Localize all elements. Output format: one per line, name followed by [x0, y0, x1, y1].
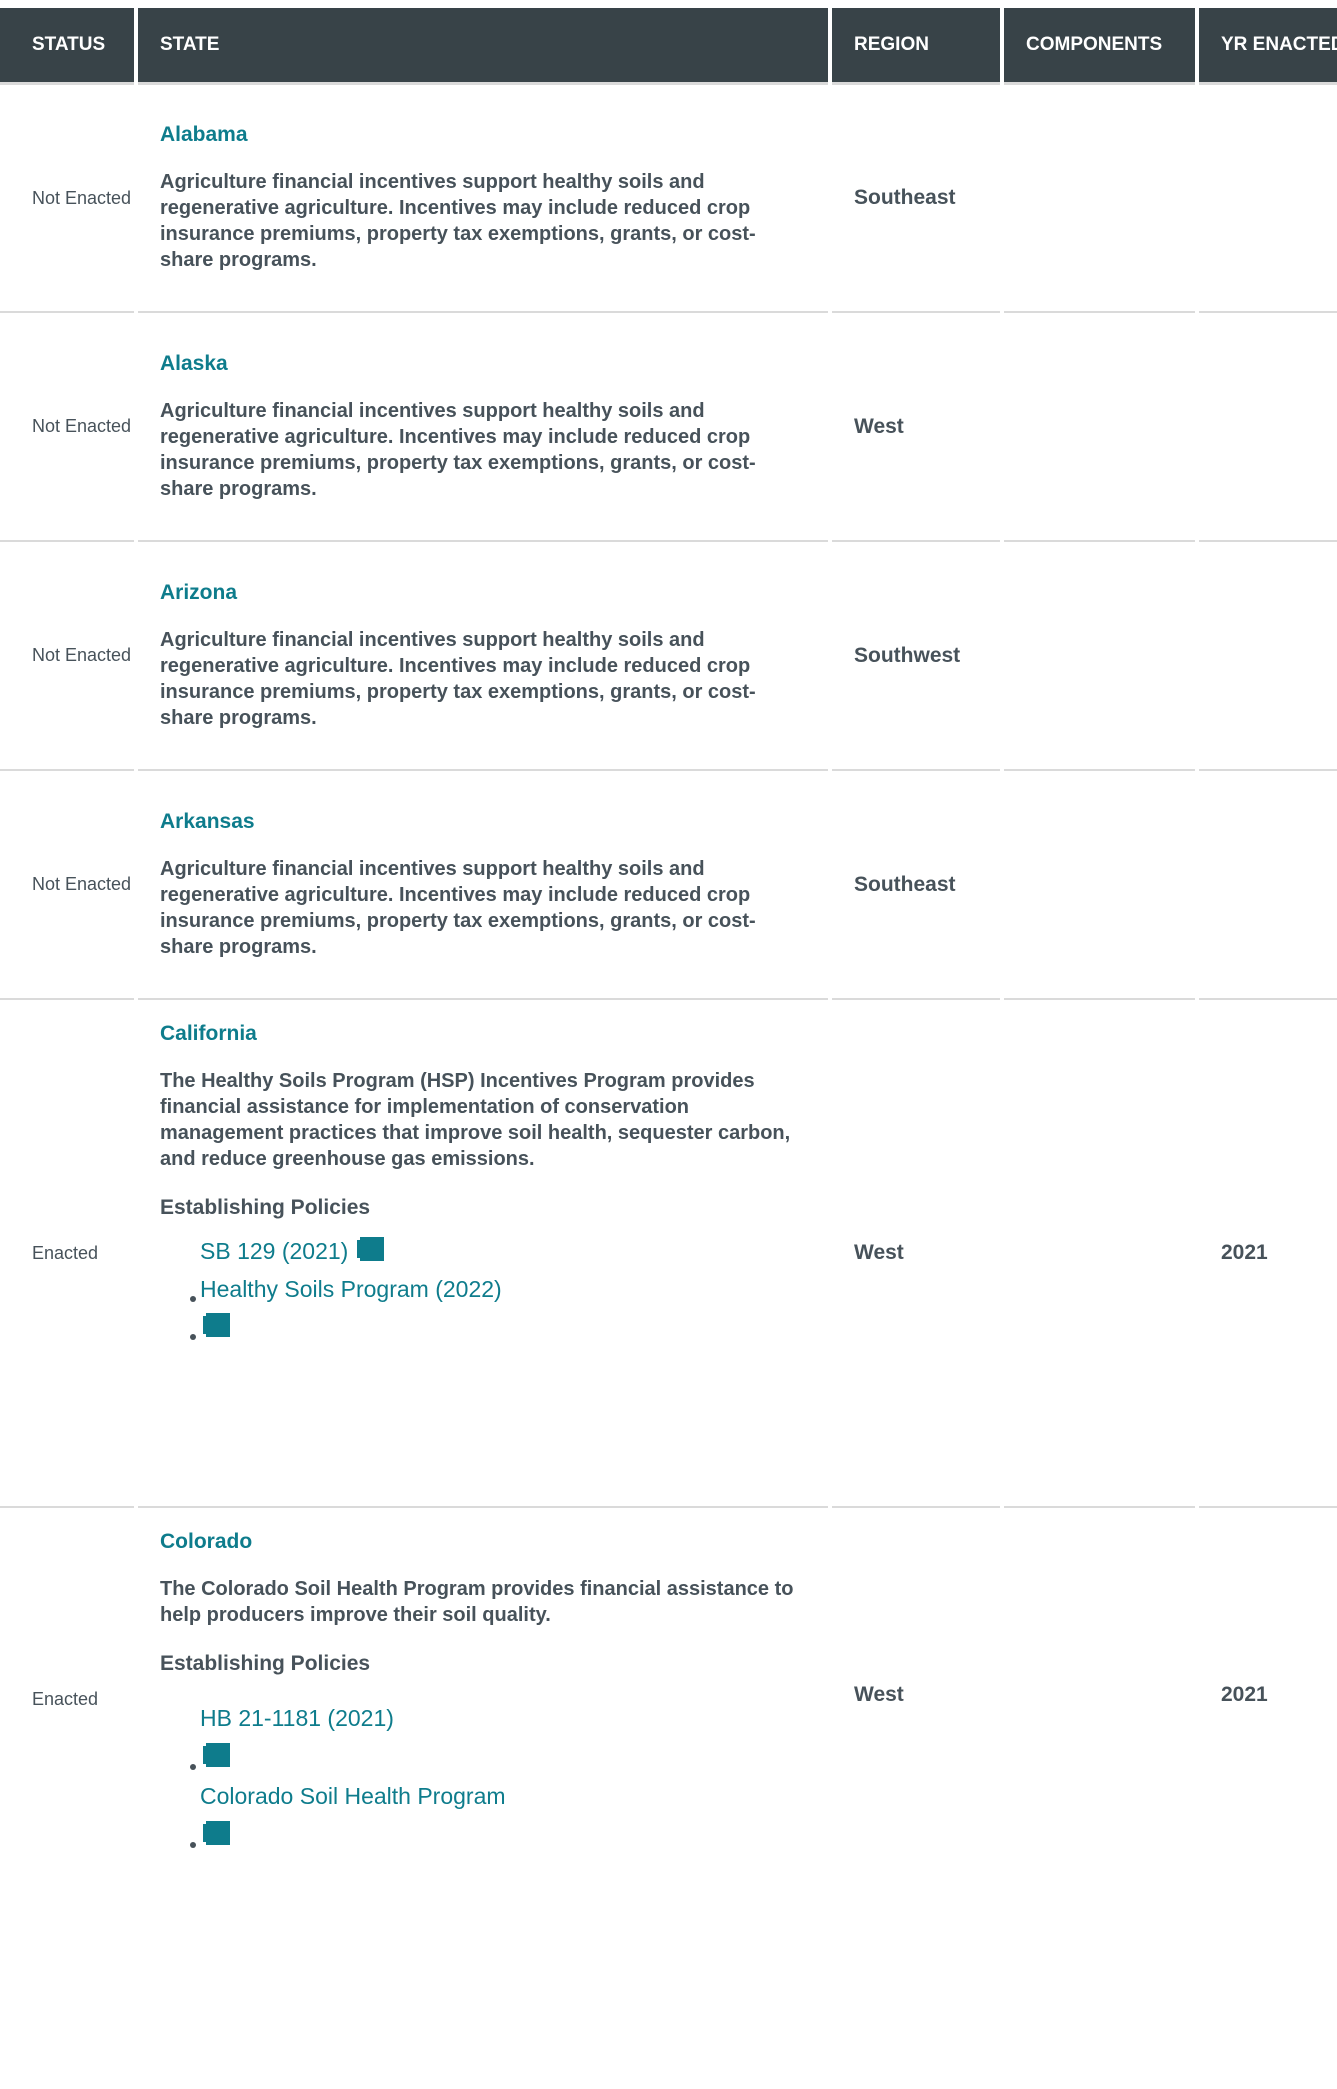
policy-table-page: STATUS STATE REGION COMPONENTS YR ENACTE… — [0, 0, 1337, 2089]
header-year-enacted[interactable]: YR ENACTED — [1199, 0, 1337, 82]
document-icon[interactable] — [203, 1821, 230, 1845]
state-description: The Healthy Soils Program (HSP) Incentiv… — [160, 1070, 791, 1170]
policy-table: STATUS STATE REGION COMPONENTS YR ENACTE… — [0, 0, 1337, 2066]
state-description: Agriculture financial incentives support… — [160, 171, 756, 271]
list-item — [190, 1816, 828, 1854]
components-cell — [1004, 311, 1195, 540]
document-icon[interactable] — [203, 1313, 230, 1337]
region-cell: West — [854, 1241, 904, 1264]
components-cell — [1004, 998, 1195, 1506]
policy-link[interactable]: SB 129 (2021) — [200, 1238, 348, 1264]
list-item — [190, 1308, 828, 1346]
list-item — [190, 1738, 828, 1776]
components-cell — [1004, 769, 1195, 998]
header-status[interactable]: STATUS — [0, 0, 134, 82]
region-cell: Southwest — [854, 643, 961, 667]
policy-link[interactable]: Healthy Soils Program (2022) — [200, 1276, 502, 1302]
table-header-row: STATUS STATE REGION COMPONENTS YR ENACTE… — [0, 0, 1337, 82]
state-link[interactable]: Arkansas — [160, 810, 828, 834]
header-state[interactable]: STATE — [138, 0, 828, 82]
policy-link[interactable]: HB 21-1181 (2021) — [200, 1705, 394, 1731]
state-description: The Colorado Soil Health Program provide… — [160, 1578, 794, 1626]
state-link[interactable]: Arizona — [160, 581, 828, 605]
bullet — [190, 1764, 196, 1770]
state-link[interactable]: Alaska — [160, 352, 828, 376]
components-cell — [1004, 540, 1195, 769]
region-cell: West — [854, 1683, 904, 1706]
table-row: Not Enacted Arkansas Agriculture financi… — [0, 769, 1337, 998]
table-row: Not Enacted Alaska Agriculture financial… — [0, 311, 1337, 540]
policy-list: SB 129 (2021) Healthy Soils Program (202… — [160, 1232, 828, 1346]
table-row: Enacted Colorado The Colorado Soil Healt… — [0, 1506, 1337, 2066]
bullet — [190, 1334, 196, 1340]
components-cell — [1004, 82, 1195, 311]
year-cell: 2021 — [1221, 1683, 1268, 1706]
state-description: Agriculture financial incentives support… — [160, 628, 756, 729]
list-item: HB 21-1181 (2021) — [200, 1698, 828, 1738]
state-link[interactable]: California — [160, 1022, 828, 1046]
header-components[interactable]: COMPONENTS — [1004, 0, 1195, 82]
establishing-policies-label: Establishing Policies — [160, 1652, 371, 1675]
policy-link[interactable]: Colorado Soil Health Program — [200, 1783, 506, 1809]
list-item: SB 129 (2021) Healthy Soils Program (202… — [190, 1232, 828, 1308]
document-icon[interactable] — [357, 1237, 385, 1261]
year-cell: 2021 — [1221, 1241, 1268, 1264]
document-icon[interactable] — [203, 1743, 230, 1767]
state-description: Agriculture financial incentives support… — [160, 857, 756, 958]
status-cell: Not Enacted — [32, 416, 132, 436]
state-link[interactable]: Colorado — [160, 1530, 828, 1554]
header-region[interactable]: REGION — [832, 0, 1000, 82]
policy-list: HB 21-1181 (2021) Colorado Soil Health P… — [160, 1698, 828, 1854]
status-cell: Not Enacted — [32, 187, 132, 208]
status-cell: Enacted — [32, 1689, 99, 1709]
state-description: Agriculture financial incentives support… — [160, 399, 756, 500]
state-link[interactable]: Alabama — [160, 123, 828, 147]
region-cell: Southeast — [854, 186, 956, 209]
components-cell — [1004, 1506, 1195, 2066]
establishing-policies-label: Establishing Policies — [160, 1196, 371, 1219]
list-item: Colorado Soil Health Program — [200, 1776, 828, 1816]
region-cell: Southeast — [854, 872, 956, 896]
bullet — [190, 1296, 196, 1302]
table-row: Enacted California The Healthy Soils Pro… — [0, 998, 1337, 1506]
table-row: Not Enacted Alabama Agriculture financia… — [0, 82, 1337, 311]
status-cell: Enacted — [32, 1242, 99, 1263]
table-row: Not Enacted Arizona Agriculture financia… — [0, 540, 1337, 769]
status-cell: Not Enacted — [32, 874, 132, 894]
status-cell: Not Enacted — [32, 645, 132, 665]
region-cell: West — [854, 414, 904, 438]
bullet — [190, 1842, 196, 1848]
